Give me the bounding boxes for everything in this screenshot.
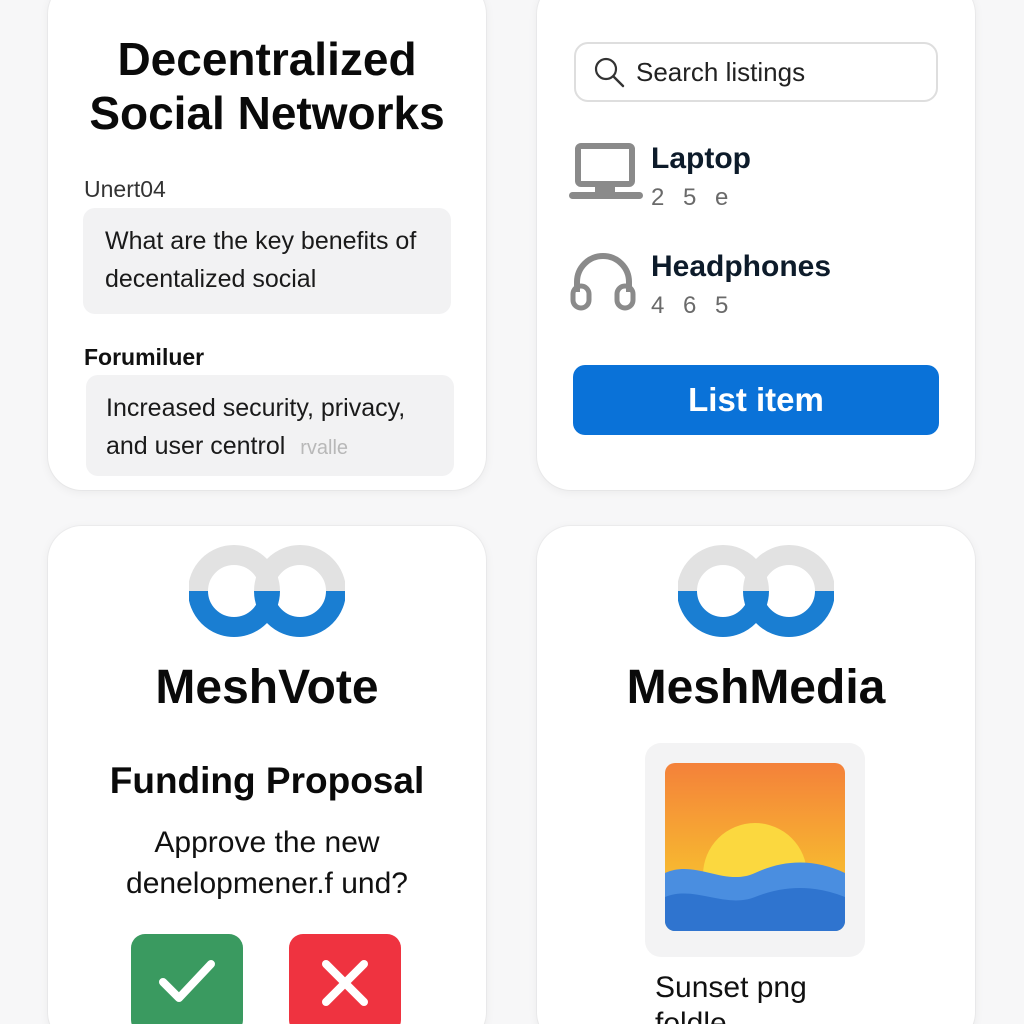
search-icon <box>594 57 625 88</box>
reply-author[interactable]: Forumiluer <box>84 344 204 371</box>
listing-price: 4 6 5 <box>651 292 735 319</box>
proposal-description-line-1: Approve the new <box>154 826 380 859</box>
listing-name: Headphones <box>651 250 832 283</box>
listing-item-headphones[interactable]: Headphones 4 6 5 <box>569 248 831 320</box>
forum-title-line-1: Decentralized <box>117 33 417 85</box>
checkmark-icon <box>159 960 215 1002</box>
listing-price: 2 5 e <box>651 184 735 211</box>
post-message-text: What are the key benefits of decentalize… <box>105 227 417 293</box>
approve-button[interactable] <box>131 934 243 1024</box>
post-author[interactable]: Unert04 <box>84 176 166 203</box>
listing-item-laptop[interactable]: Laptop 2 5 e <box>569 140 751 212</box>
list-item-button[interactable]: List item <box>573 365 939 435</box>
reply-message[interactable]: Increased security, privacy, and user ce… <box>86 375 454 476</box>
reply-message-text: Increased security, privacy, and user ce… <box>106 394 406 460</box>
media-caption: Sunset png foldle <box>655 970 807 1024</box>
mesh-logo-icon <box>678 545 834 637</box>
proposal-description: Approve the new denelopmener.f und? <box>48 822 486 904</box>
listing-name: Laptop <box>651 142 751 175</box>
laptop-icon <box>569 143 643 199</box>
reply-tag: rvalle <box>300 437 349 459</box>
media-file-name: Sunset png <box>655 971 807 1004</box>
search-input[interactable] <box>636 56 926 88</box>
media-thumbnail[interactable] <box>645 743 865 957</box>
meshvote-card: MeshVote Funding Proposal Approve the ne… <box>48 526 486 1024</box>
media-file-folder: foldle <box>655 1007 727 1024</box>
x-icon <box>322 960 368 1006</box>
proposal-title: Funding Proposal <box>109 760 425 801</box>
mesh-logo-icon <box>189 545 345 637</box>
marketplace-card: Laptop 2 5 e Headphones 4 6 5 List item <box>537 0 975 490</box>
proposal-description-line-2: denelopmener.f und? <box>126 867 408 900</box>
forum-title: Decentralized Social Networks <box>48 32 486 140</box>
forum-card: Decentralized Social Networks Unert04 Wh… <box>48 0 486 490</box>
app-name: MeshMedia <box>626 661 886 714</box>
reject-button[interactable] <box>289 934 401 1024</box>
app-name: MeshVote <box>155 661 379 714</box>
search-bar[interactable] <box>574 42 938 102</box>
forum-title-line-2: Social Networks <box>89 87 445 139</box>
post-message[interactable]: What are the key benefits of decentalize… <box>83 208 451 314</box>
sunset-image-icon <box>665 763 845 931</box>
headphones-icon <box>570 253 636 311</box>
meshmedia-card: MeshMedia Sunset png foldle <box>537 526 975 1024</box>
